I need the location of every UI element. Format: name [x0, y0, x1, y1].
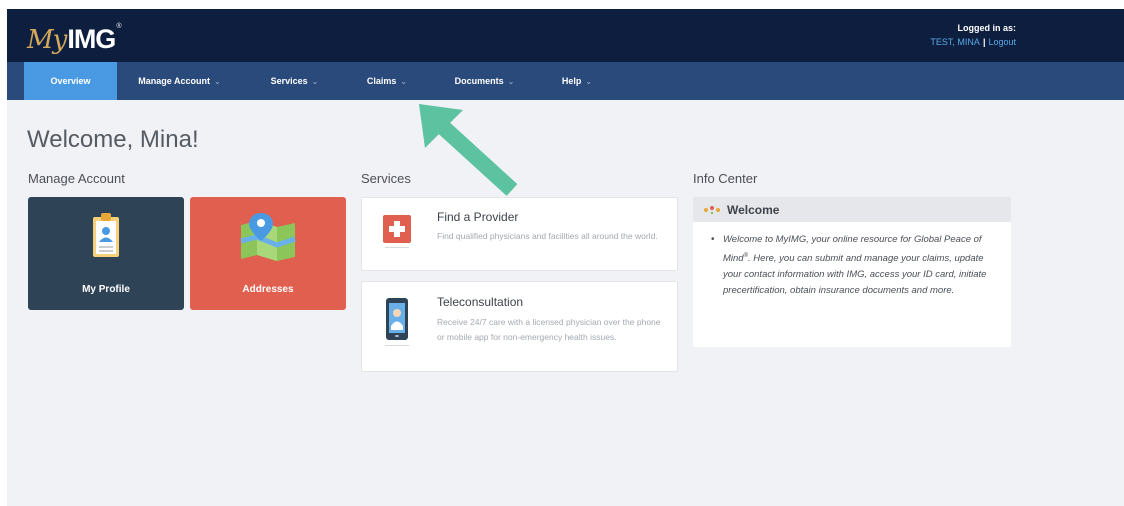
- chevron-down-icon: ⌄: [400, 76, 408, 86]
- nav-claims[interactable]: Claims ⌄: [347, 62, 427, 100]
- app-frame: My IMG ® Logged in as: TEST, MINA | Logout…: [7, 9, 1124, 506]
- nav-overview-label: Overview: [50, 76, 91, 86]
- map-pin-icon: [240, 213, 296, 261]
- info-center-header: Welcome: [693, 197, 1011, 222]
- teleconsultation-card[interactable]: Teleconsultation Receive 24/7 care with …: [361, 281, 678, 372]
- nav-services[interactable]: Services ⌄: [242, 62, 347, 100]
- teleconsultation-description: Receive 24/7 care with a licensed physic…: [437, 317, 661, 342]
- myimg-logo[interactable]: My IMG ®: [27, 17, 121, 55]
- nav-manage-account-label: Manage Account: [138, 76, 210, 86]
- header-bar: My IMG ® Logged in as: TEST, MINA | Logout: [7, 9, 1124, 62]
- find-provider-title: Find a Provider: [437, 210, 519, 224]
- logo-script-text: My: [27, 25, 67, 55]
- addresses-tile[interactable]: Addresses: [190, 197, 346, 310]
- nav-manage-account[interactable]: Manage Account ⌄: [117, 62, 242, 100]
- phone-doctor-icon: [385, 298, 409, 346]
- nav-claims-label: Claims: [366, 76, 397, 86]
- services-heading: Services: [361, 171, 411, 186]
- find-provider-description: Find qualified physicians and facilities…: [437, 231, 658, 241]
- info-center-heading: Info Center: [693, 171, 758, 186]
- nav-help-label: Help: [561, 76, 582, 86]
- logo-brand-text: IMG: [67, 24, 116, 54]
- annotation-arrow-icon: [419, 104, 518, 196]
- nav-help[interactable]: Help ⌄: [542, 62, 612, 100]
- welcome-sparkle-icon: [704, 205, 720, 214]
- nav-documents[interactable]: Documents ⌄: [427, 62, 542, 100]
- info-center-message: Welcome to MyIMG, your online resource f…: [723, 232, 1003, 299]
- info-message-part2: . Here, you can submit and manage your c…: [723, 253, 987, 297]
- chevron-down-icon: ⌄: [311, 76, 319, 86]
- info-center-welcome-heading: Welcome: [727, 202, 780, 217]
- login-separator: |: [982, 37, 986, 47]
- info-center-body: • Welcome to MyIMG, your online resource…: [693, 222, 1011, 347]
- nav-services-label: Services: [270, 76, 308, 86]
- logo-registered-mark: ®: [116, 23, 122, 30]
- find-provider-card[interactable]: Find a Provider Find qualified physician…: [361, 197, 678, 271]
- chevron-down-icon: ⌄: [507, 76, 515, 86]
- my-profile-label: My Profile: [82, 284, 130, 295]
- addresses-label: Addresses: [242, 284, 294, 295]
- chevron-down-icon: ⌄: [213, 76, 221, 86]
- nav-overview[interactable]: Overview: [24, 62, 117, 100]
- login-links: TEST, MINA | Logout: [930, 35, 1016, 49]
- chevron-down-icon: ⌄: [585, 76, 593, 86]
- manage-account-heading: Manage Account: [28, 171, 125, 186]
- logout-link[interactable]: Logout: [988, 37, 1016, 47]
- medical-cross-icon: [383, 215, 411, 248]
- main-nav: Overview Manage Account ⌄ Services ⌄ Claim…: [7, 62, 1124, 100]
- logged-in-label: Logged in as:: [957, 23, 1017, 33]
- teleconsultation-title: Teleconsultation: [437, 295, 524, 309]
- info-bullet: •: [711, 234, 715, 245]
- page-title: Welcome, Mina!: [27, 126, 199, 153]
- clipboard-profile-icon: [93, 213, 119, 257]
- nav-documents-label: Documents: [454, 76, 504, 86]
- login-status: Logged in as: TEST, MINA | Logout: [930, 21, 1016, 49]
- user-name-link[interactable]: TEST, MINA: [930, 37, 980, 47]
- my-profile-tile[interactable]: My Profile: [28, 197, 184, 310]
